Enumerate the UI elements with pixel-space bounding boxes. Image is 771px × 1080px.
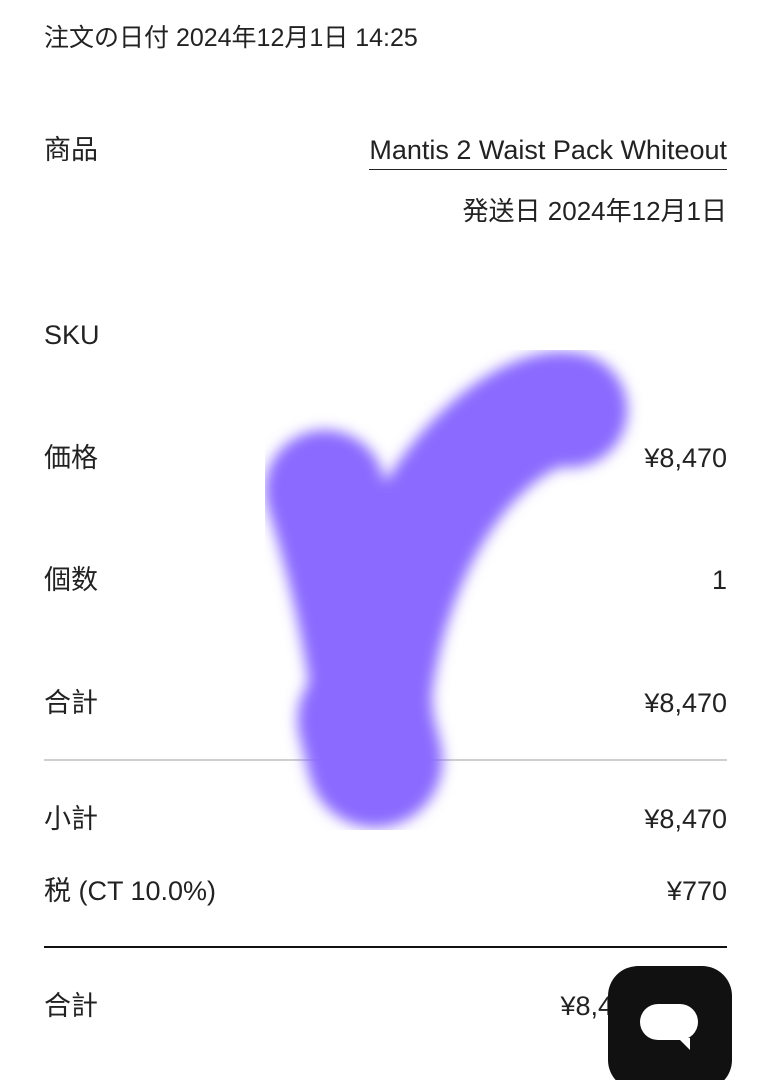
summary-divider [44, 946, 727, 948]
grand-total-label: 合計 [44, 991, 98, 1021]
price-row: 価格 ¥8,470 [44, 441, 727, 475]
line-total-row: 合計 ¥8,470 [44, 686, 727, 720]
tax-label: 税 (CT 10.0%) [44, 876, 217, 906]
quantity-label: 個数 [44, 565, 98, 595]
order-details-page: 注文の日付 2024年12月1日 14:25 商品 Mantis 2 Waist… [0, 0, 771, 1080]
product-row: 商品 Mantis 2 Waist Pack Whiteout [44, 133, 727, 170]
grand-total-row: 合計 ¥8,4 [44, 989, 613, 1023]
subtotal-row: 小計 ¥8,470 [44, 802, 727, 836]
quantity-row: 個数 1 [44, 563, 727, 597]
line-total-label: 合計 [44, 688, 98, 718]
product-label: 商品 [44, 135, 98, 165]
order-date: 注文の日付 2024年12月1日 14:25 [44, 24, 418, 52]
tax-value: ¥770 [666, 876, 727, 906]
sku-row: SKU [44, 318, 727, 352]
tax-row: 税 (CT 10.0%) ¥770 [44, 874, 727, 908]
price-label: 価格 [44, 443, 98, 473]
quantity-value: 1 [711, 565, 727, 595]
price-value: ¥8,470 [644, 443, 727, 473]
line-total-value: ¥8,470 [644, 688, 727, 718]
subtotal-label: 小計 [44, 804, 98, 834]
chat-button[interactable] [608, 966, 732, 1080]
sku-label: SKU [44, 320, 100, 350]
subtotal-value: ¥8,470 [644, 804, 727, 834]
divider [44, 759, 727, 761]
ship-date: 発送日 2024年12月1日 [462, 196, 727, 226]
product-name-link[interactable]: Mantis 2 Waist Pack Whiteout [369, 133, 727, 170]
chat-bubble-icon [640, 1004, 698, 1050]
grand-total-value: ¥8,4 [560, 991, 613, 1021]
